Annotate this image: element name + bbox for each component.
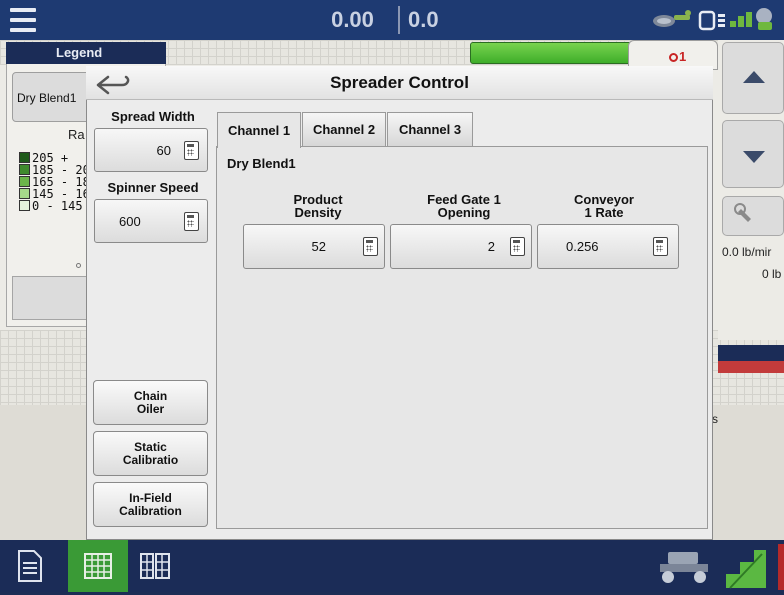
status-icons[interactable] bbox=[652, 6, 780, 34]
calculator-icon bbox=[653, 237, 668, 256]
legend-swatch bbox=[19, 200, 30, 211]
static-calibration-button[interactable]: Static Calibratio bbox=[93, 431, 208, 476]
conveyor-rate-field[interactable]: 0.256 bbox=[537, 224, 679, 269]
spread-width-label: Spread Width bbox=[111, 109, 195, 124]
tab-channel-3[interactable]: Channel 3 bbox=[387, 112, 473, 147]
satellite-signal-icon bbox=[730, 8, 772, 30]
implement-icon[interactable] bbox=[656, 548, 712, 584]
chain-oiler-button[interactable]: Chain Oiler bbox=[93, 380, 208, 425]
triangle-down-icon bbox=[743, 151, 765, 163]
section-bar bbox=[718, 345, 784, 361]
legend-settings-button[interactable] bbox=[12, 276, 88, 320]
product-density-value: 52 bbox=[311, 239, 326, 254]
back-arrow-icon[interactable] bbox=[94, 73, 134, 97]
legend-product-button[interactable]: Dry Blend1 bbox=[12, 72, 92, 122]
alert-target-icon bbox=[669, 53, 678, 62]
legend-indicator-icon bbox=[76, 263, 81, 268]
gps-receiver-icon bbox=[653, 10, 691, 27]
tab-channel-1[interactable]: Channel 1 bbox=[217, 112, 301, 148]
conveyor-rate-value: 0.256 bbox=[566, 239, 599, 254]
legend-title[interactable]: Legend bbox=[6, 42, 166, 64]
speed-readout: 0.00 bbox=[331, 7, 374, 32]
infield-calibration-button[interactable]: In-Field Calibration bbox=[93, 482, 208, 527]
application-total: 0 lb bbox=[762, 267, 782, 281]
spread-width-value: 60 bbox=[156, 143, 171, 158]
dialog-title: Spreader Control bbox=[330, 73, 469, 92]
calculator-icon bbox=[184, 212, 199, 231]
legend-rate-label: Ra bbox=[68, 127, 85, 142]
alert-count: 1 bbox=[679, 49, 687, 64]
tab-channel-2[interactable]: Channel 2 bbox=[302, 112, 386, 147]
grid-view-icon[interactable] bbox=[84, 553, 112, 579]
feed-gate-field[interactable]: 2 bbox=[390, 224, 532, 269]
spinner-speed-label: Spinner Speed bbox=[107, 180, 199, 195]
channel-product-name: Dry Blend1 bbox=[227, 156, 296, 171]
product-density-label: Product Density bbox=[293, 192, 343, 220]
heading-readout: 0.0 bbox=[408, 7, 439, 32]
readout-divider bbox=[398, 6, 400, 34]
legend-swatch bbox=[19, 188, 30, 199]
triangle-up-icon bbox=[743, 71, 765, 83]
scroll-down-button[interactable] bbox=[722, 120, 784, 188]
wrench-button[interactable] bbox=[722, 196, 784, 236]
display-link-icon bbox=[698, 10, 725, 31]
document-icon[interactable] bbox=[18, 550, 42, 582]
field-stairs-icon[interactable] bbox=[724, 544, 768, 590]
alert-edge bbox=[778, 544, 784, 590]
application-rate: 0.0 lb/mir bbox=[722, 245, 772, 259]
spinner-speed-value: 600 bbox=[119, 214, 141, 229]
scroll-up-button[interactable] bbox=[722, 42, 784, 114]
conveyor-rate-label: Conveyor 1 Rate bbox=[574, 192, 634, 220]
status-green-tab[interactable] bbox=[470, 42, 632, 64]
split-view-icon[interactable] bbox=[140, 553, 170, 579]
legend-row: 0 - 145 bbox=[19, 200, 83, 212]
legend-swatch bbox=[19, 152, 30, 163]
spinner-speed-field[interactable]: 600 bbox=[94, 199, 208, 243]
feed-gate-label: Feed Gate 1 Opening bbox=[427, 192, 501, 220]
calculator-icon bbox=[184, 141, 199, 160]
legend-swatch bbox=[19, 164, 30, 175]
menu-icon[interactable] bbox=[8, 6, 38, 34]
legend-swatch bbox=[19, 176, 30, 187]
wrench-icon bbox=[734, 203, 751, 222]
section-bar-red bbox=[718, 361, 784, 373]
product-density-field[interactable]: 52 bbox=[243, 224, 385, 269]
calculator-icon bbox=[363, 237, 378, 256]
calculator-icon bbox=[510, 237, 525, 256]
feed-gate-value: 2 bbox=[487, 239, 495, 254]
spread-width-field[interactable]: 60 bbox=[94, 128, 208, 172]
